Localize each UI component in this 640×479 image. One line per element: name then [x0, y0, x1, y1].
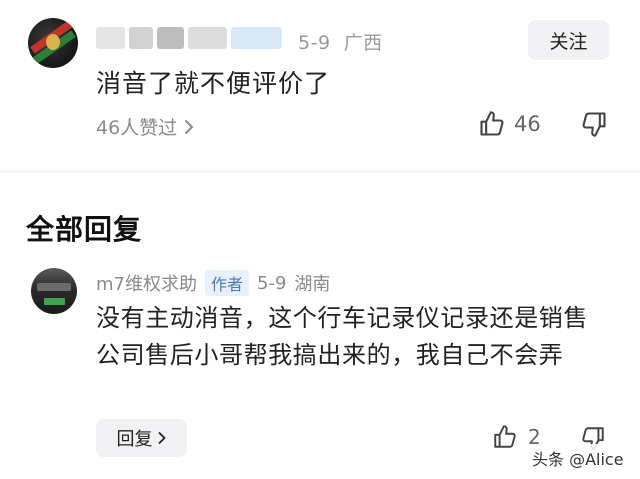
thumbs-up-icon	[492, 424, 518, 450]
author-badge: 作者	[205, 270, 250, 296]
like-button[interactable]: 46	[478, 110, 541, 138]
comment-meta: 5-9 广西	[298, 28, 383, 55]
comment-date: 5-9	[298, 32, 331, 54]
username-blurred	[96, 26, 282, 50]
bee-icon	[46, 34, 60, 50]
section-title: 全部回复	[26, 213, 143, 246]
reply-header: m7维权求助 作者 5-9 湖南	[96, 270, 330, 296]
reply-date: 5-9	[257, 272, 287, 294]
follow-button[interactable]: 关注	[528, 20, 609, 60]
likes-link[interactable]: 46人赞过	[96, 113, 195, 140]
comment-location: 广西	[343, 32, 383, 54]
chevron-right-icon	[183, 119, 195, 135]
reply-text: 没有主动消音，这个行车记录仪记录还是销售公司售后小哥帮我搞出来的，我自己不会弄	[96, 304, 588, 369]
reply-avatar[interactable]	[31, 268, 77, 314]
reply-location: 湖南	[294, 274, 331, 295]
comment-text: 消音了就不便评价了	[96, 69, 331, 98]
avatar[interactable]	[28, 18, 78, 68]
reply-username[interactable]: m7维权求助	[96, 270, 197, 296]
reply-button[interactable]: 回复	[96, 419, 187, 457]
dislike-button[interactable]	[580, 110, 608, 138]
watermark: 头条 @Alice	[528, 444, 628, 472]
likes-link-label: 46人赞过	[96, 117, 178, 139]
thumbs-up-icon	[478, 110, 506, 138]
thumbs-down-icon	[580, 110, 608, 138]
chevron-right-icon	[157, 431, 167, 445]
divider	[0, 171, 640, 172]
reply-button-label: 回复	[116, 429, 153, 450]
like-count: 46	[514, 112, 541, 136]
